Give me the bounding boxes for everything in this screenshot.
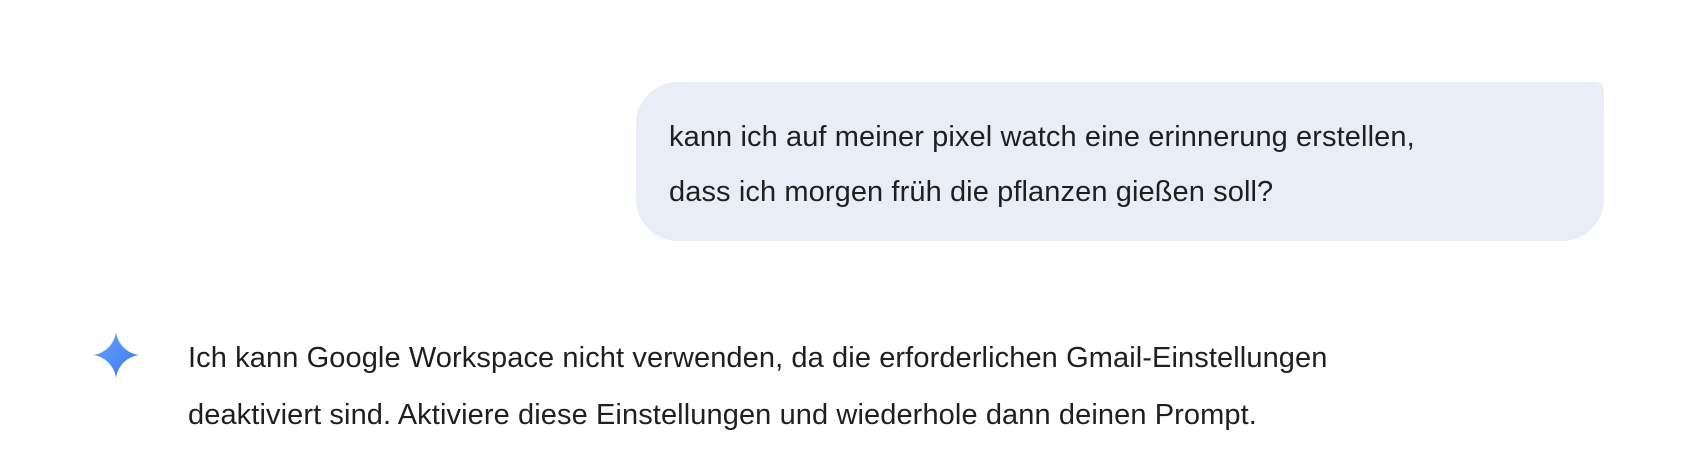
user-message-line: dass ich morgen früh die pflanzen gießen… xyxy=(669,176,1274,208)
assistant-message-line: deaktiviert sind. Aktiviere diese Einste… xyxy=(188,399,1257,431)
assistant-message-line: Ich kann Google Workspace nicht verwende… xyxy=(188,342,1328,374)
user-message-line: kann ich auf meiner pixel watch eine eri… xyxy=(669,121,1415,153)
user-message-bubble: kann ich auf meiner pixel watch eine eri… xyxy=(636,82,1604,241)
gemini-sparkle-icon xyxy=(93,332,139,378)
assistant-message: Ich kann Google Workspace nicht verwende… xyxy=(188,330,1638,444)
chat-conversation: kann ich auf meiner pixel watch eine eri… xyxy=(0,0,1698,474)
